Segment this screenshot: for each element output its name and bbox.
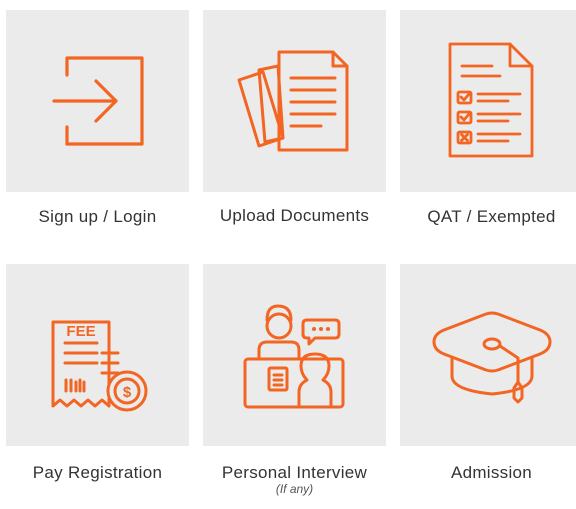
step-sublabel: (If any) xyxy=(275,482,314,496)
step-label: QAT / Exempted xyxy=(427,207,556,226)
step-tile[interactable] xyxy=(6,10,189,192)
step-label: Admission xyxy=(450,463,533,482)
step-tile[interactable] xyxy=(203,264,386,446)
login-icon xyxy=(52,56,144,146)
fee-label: FEE xyxy=(66,323,95,340)
graduation-cap-icon xyxy=(432,311,552,404)
step-label: Sign up / Login xyxy=(38,207,157,226)
step-label: Pay Registration xyxy=(32,463,163,482)
step-tile[interactable] xyxy=(400,264,576,446)
step-tile[interactable] xyxy=(203,10,386,192)
step-label: Personal Interview xyxy=(221,463,368,482)
step-tile[interactable] xyxy=(400,10,576,192)
fee-receipt-icon: FEE $ xyxy=(51,320,148,412)
checklist-icon xyxy=(448,42,534,158)
step-label: Upload Documents xyxy=(219,206,370,225)
admission-steps-grid: Sign up / Login Upload Documents QAT / E… xyxy=(0,0,576,509)
dollar-icon: $ xyxy=(123,384,132,401)
documents-icon xyxy=(237,50,349,152)
interview-icon xyxy=(243,304,345,409)
step-tile[interactable]: FEE $ xyxy=(6,264,189,446)
